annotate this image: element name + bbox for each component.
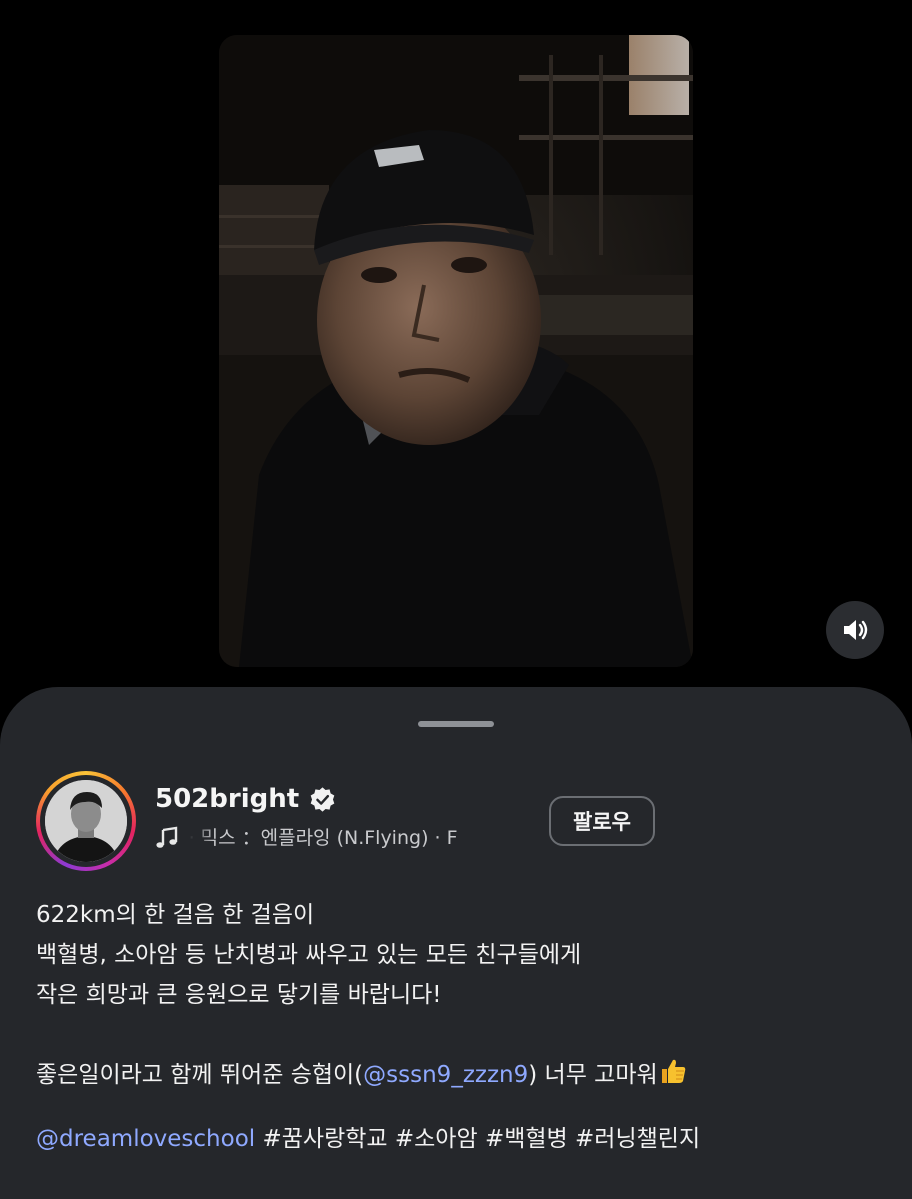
hashtag-link[interactable]: #꿈사랑학교 xyxy=(262,1126,387,1152)
sheet-grabber[interactable] xyxy=(418,721,494,727)
hashtag-link[interactable]: #백혈병 xyxy=(485,1126,568,1152)
caption-tags: @dreamloveschool #꿈사랑학교 #소아암 #백혈병 #러닝챌린지 xyxy=(36,1119,876,1159)
thumbs-up-icon xyxy=(661,1059,685,1083)
video-frame xyxy=(219,35,693,667)
hashtag-link[interactable]: #러닝챌린지 xyxy=(575,1126,700,1152)
username[interactable]: 502bright xyxy=(155,784,299,814)
avatar xyxy=(45,780,127,862)
hashtag-link[interactable]: #소아암 xyxy=(395,1126,478,1152)
follow-button[interactable]: 팔로우 xyxy=(549,796,655,846)
reel-viewer: 502bright ht · 믹스 ：엔플라잉 (N.Flying) · F 팔… xyxy=(0,0,912,1199)
video-player[interactable] xyxy=(219,35,693,667)
post-caption: 622km의 한 걸음 한 걸음이 백혈병, 소아암 등 난치병과 싸우고 있는… xyxy=(36,895,876,1159)
post-info-sheet: 502bright ht · 믹스 ：엔플라잉 (N.Flying) · F 팔… xyxy=(0,687,912,1199)
speaker-icon xyxy=(844,620,868,640)
volume-button[interactable] xyxy=(826,601,884,659)
caption-line: 작은 희망과 큰 응원으로 닿기를 바랍니다! xyxy=(36,982,442,1008)
music-marquee: ht · 믹스 ：엔플라잉 (N.Flying) · F xyxy=(189,823,525,853)
caption-line: 좋은일이라고 함께 뛰어준 승협이(@sssn9_zzzn9) 너무 고마워 xyxy=(36,1055,876,1095)
mention-link[interactable]: @dreamloveschool xyxy=(36,1126,255,1152)
mention-link[interactable]: @sssn9_zzzn9 xyxy=(363,1062,528,1088)
music-text: ht · 믹스 ：엔플라잉 (N.Flying) · F xyxy=(189,827,458,849)
music-note-icon xyxy=(156,826,178,848)
caption-line: 백혈병, 소아암 등 난치병과 싸우고 있는 모든 친구들에게 xyxy=(36,942,582,968)
caption-line: 622km의 한 걸음 한 걸음이 xyxy=(36,902,315,928)
username-row: 502bright xyxy=(155,784,336,814)
story-ring[interactable] xyxy=(36,771,136,871)
profile-photo xyxy=(45,780,127,862)
verified-badge-icon xyxy=(310,786,335,812)
music-info[interactable]: ht · 믹스 ：엔플라잉 (N.Flying) · F xyxy=(155,823,525,853)
